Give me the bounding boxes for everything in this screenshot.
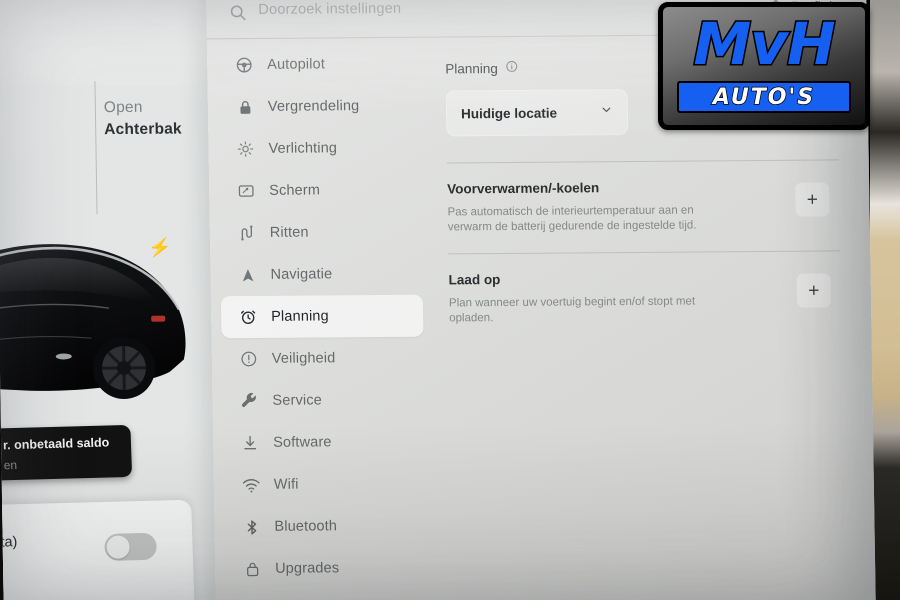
notification-toast[interactable]: r. onbetaald saldo en — [0, 424, 133, 483]
screenshot-stage: Open Achterbak ⚡ r. onbetaald saldo en è… — [0, 0, 900, 600]
sidebar-item-scherm[interactable]: Scherm — [219, 169, 422, 213]
sidebar-item-ritten[interactable]: Ritten — [220, 211, 423, 255]
sidebar-label: Wifi — [273, 476, 299, 493]
plus-icon: + — [806, 189, 819, 211]
row-title: Voorverwarmen/-koelen — [447, 180, 600, 197]
add-precondition-button[interactable]: + — [795, 182, 830, 217]
navigation-arrow-icon — [236, 264, 258, 286]
bottom-sheet-card: èta) — [0, 499, 195, 600]
sidebar-label: Autopilot — [267, 56, 326, 73]
row-title: Laad op — [448, 272, 501, 288]
sidebar-item-bluetooth[interactable]: Bluetooth — [224, 505, 427, 549]
location-dropdown[interactable]: Huidige locatie — [445, 89, 629, 137]
sidebar-label: Scherm — [269, 182, 321, 199]
open-trunk-label[interactable]: Open Achterbak — [104, 96, 215, 141]
card-toggle-switch[interactable] — [104, 532, 158, 561]
sidebar-item-navigatie[interactable]: Navigatie — [220, 253, 423, 297]
sidebar-label: Ritten — [269, 224, 309, 241]
add-charge-schedule-button[interactable]: + — [796, 273, 832, 308]
sidebar-label: Verlichting — [268, 140, 338, 157]
exclamation-circle-icon — [238, 348, 260, 370]
row-description: Pas automatisch de interieurtemperatuur … — [447, 204, 697, 234]
car-view-top-bar — [0, 0, 226, 86]
sidebar-item-wifi[interactable]: Wifi — [223, 463, 426, 507]
search-icon — [228, 3, 247, 27]
card-label: èta) — [0, 534, 18, 551]
settings-sidebar: Autopilot Vergrendeling Verlichting Sche… — [207, 39, 434, 600]
sidebar-label: Bluetooth — [274, 518, 338, 535]
sidebar-label: Upgrades — [275, 560, 340, 577]
car-view-panel: Open Achterbak ⚡ r. onbetaald saldo en è… — [0, 0, 234, 600]
sidebar-label: Planning — [271, 308, 329, 325]
location-dropdown-value: Huidige locatie — [460, 105, 558, 121]
toggle-knob — [106, 535, 130, 559]
plus-icon: + — [808, 280, 820, 302]
wifi-icon — [240, 474, 262, 496]
display-icon — [235, 180, 257, 202]
sun-icon — [234, 138, 256, 160]
setting-row-precondition: Voorverwarmen/-koelen Pas automatisch de… — [447, 160, 840, 245]
sidebar-item-planning[interactable]: Planning — [220, 294, 424, 339]
sidebar-item-software[interactable]: Software — [223, 421, 426, 465]
wrench-icon — [238, 390, 260, 412]
watermark-brand: MvH — [692, 10, 837, 78]
bluetooth-icon — [240, 516, 262, 538]
watermark-tagline-bar: AUTO'S — [677, 81, 851, 113]
search-input[interactable]: Doorzoek instellingen — [258, 1, 401, 18]
section-title-text: Planning — [445, 60, 498, 76]
row-description: Plan wanneer uw voertuig begint en/of st… — [448, 295, 696, 325]
sidebar-item-veiligheid[interactable]: Veiligheid — [221, 337, 424, 381]
sidebar-item-verlichting[interactable]: Verlichting — [218, 127, 421, 171]
info-circle-icon[interactable] — [505, 60, 518, 76]
toast-subtitle: en — [3, 457, 18, 473]
sidebar-label: Vergrendeling — [267, 98, 360, 115]
bag-icon — [241, 558, 263, 580]
sidebar-item-service[interactable]: Service — [222, 379, 425, 423]
toast-title: r. onbetaald saldo — [2, 435, 110, 453]
car-illustration[interactable] — [0, 231, 235, 423]
trips-icon — [236, 222, 258, 244]
sidebar-item-vergrendeling[interactable]: Vergrendeling — [218, 85, 421, 129]
open-trunk-label-line2: Achterbak — [104, 120, 182, 139]
download-icon — [239, 432, 261, 454]
sidebar-label: Veiligheid — [271, 350, 336, 367]
trunk-label-leader-line — [94, 81, 98, 215]
sidebar-label: Service — [272, 392, 323, 409]
alarm-clock-icon — [237, 306, 259, 328]
sidebar-label: Navigatie — [270, 266, 333, 283]
chevron-down-icon — [600, 103, 613, 121]
sidebar-item-upgrades[interactable]: Upgrades — [225, 547, 428, 591]
steering-wheel-icon — [233, 54, 255, 76]
charge-port-bolt-icon: ⚡ — [147, 236, 173, 260]
open-trunk-label-line1: Open — [103, 98, 143, 117]
dealer-watermark-logo: MvH AUTO'S — [658, 2, 870, 130]
sidebar-label: Software — [273, 434, 332, 451]
lock-icon — [234, 96, 256, 118]
setting-row-charge: Laad op Plan wanneer uw voertuig begint … — [448, 251, 841, 336]
watermark-tagline: AUTO'S — [712, 84, 816, 111]
sidebar-item-autopilot[interactable]: Autopilot — [217, 43, 420, 87]
